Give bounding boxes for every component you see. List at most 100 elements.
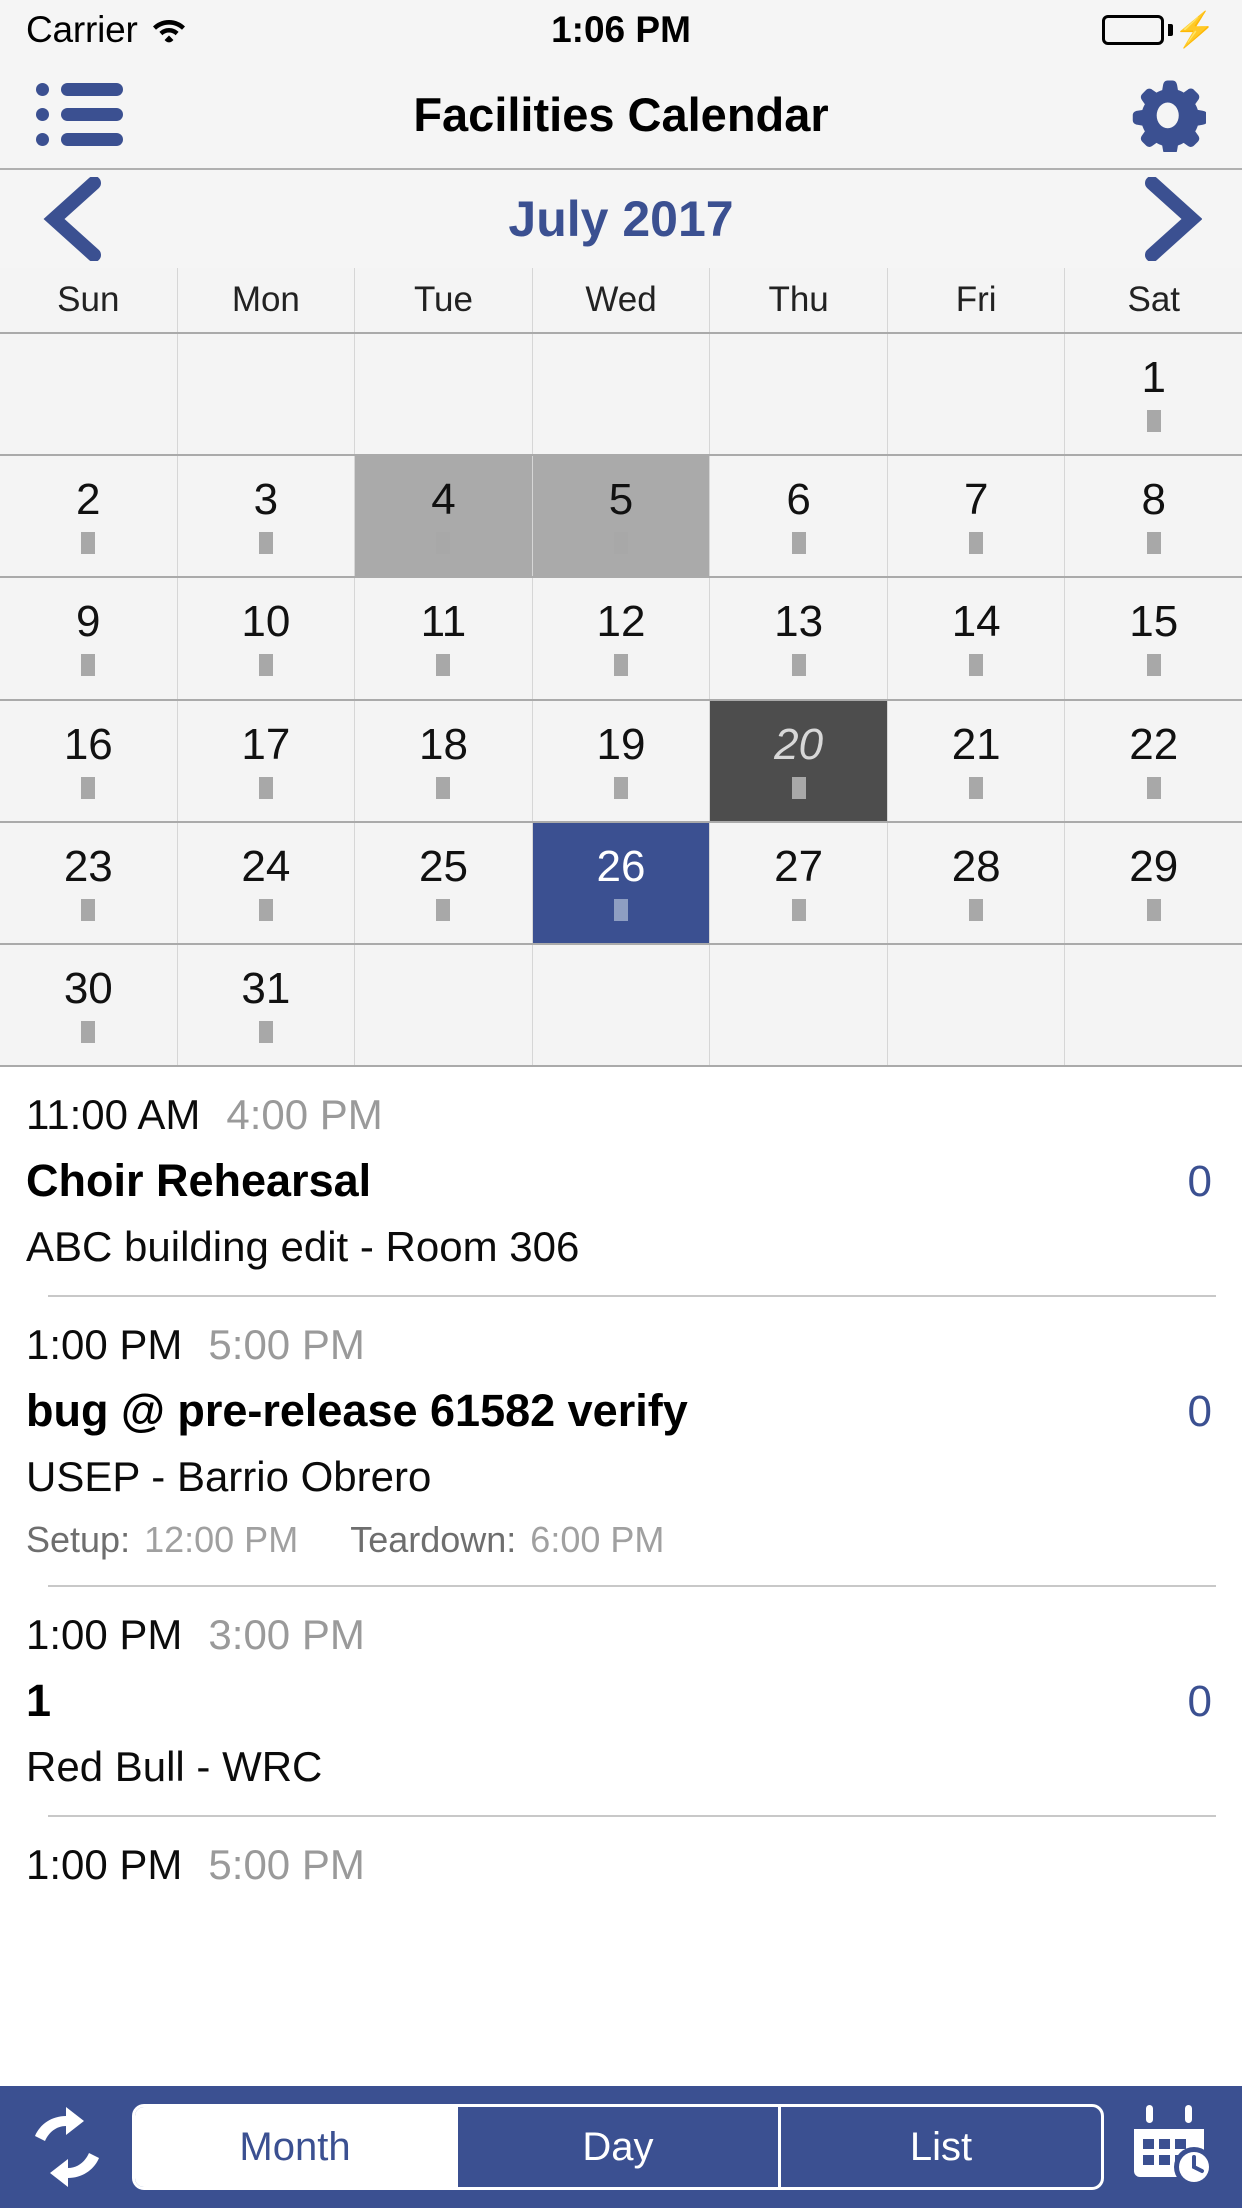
calendar-day-cell[interactable]: 26 <box>531 822 710 943</box>
event-indicator-dot <box>1146 410 1161 433</box>
calendar-week-row: 9 10 11 12 13 14 15 <box>0 578 1242 701</box>
event-indicator-dot <box>791 654 806 677</box>
calendar-day-cell[interactable]: 14 <box>886 578 1065 699</box>
event-indicator-dot <box>258 776 273 799</box>
calendar-day-number: 16 <box>63 719 113 769</box>
navigation-bar: Facilities Calendar <box>0 60 1242 170</box>
calendar-day-cell[interactable]: 2 <box>0 456 177 576</box>
calendar-day-cell[interactable]: 17 <box>176 700 355 821</box>
calendar-day-cell[interactable]: 30 <box>0 945 177 1065</box>
calendar-day-cell[interactable]: 11 <box>354 578 532 699</box>
calendar-day-cell[interactable]: 4 <box>354 456 532 577</box>
calendar-day-number: 3 <box>253 475 279 525</box>
app-screen: Carrier 1:06 PM ⚡ Facilities Calendar Ju… <box>0 0 1242 2208</box>
weekday-label-mon: Mon <box>176 268 355 332</box>
event-attendee-count: 0 <box>1187 1387 1212 1436</box>
calendar-day-cell[interactable]: 24 <box>176 822 355 943</box>
calendar-day-empty <box>354 334 532 455</box>
event-location: USEP - Barrio Obrero <box>26 1453 432 1500</box>
calendar-day-cell[interactable]: 22 <box>1064 700 1242 821</box>
calendar-day-number: 5 <box>608 475 634 525</box>
calendar-day-cell[interactable]: 28 <box>886 822 1065 943</box>
calendar-day-number: 17 <box>241 719 291 769</box>
calendar-day-number: 10 <box>241 597 291 647</box>
event-indicator-dot <box>258 654 273 677</box>
calendar-week-row: 2 3 4 5 6 7 8 <box>0 456 1242 579</box>
event-list[interactable]: 11:00 AM 4:00 PM Choir Rehearsal 0 ABC build… <box>0 1067 1242 2086</box>
month-header: July 2017 <box>0 170 1242 268</box>
event-indicator-dot <box>258 532 273 555</box>
event-indicator-dot <box>1146 776 1161 799</box>
list-menu-icon[interactable] <box>36 82 128 146</box>
calendar-day-cell[interactable]: 5 <box>531 456 710 577</box>
view-segment-list[interactable]: List <box>778 2107 1101 2187</box>
calendar-day-cell[interactable]: 3 <box>176 456 355 577</box>
status-bar-time: 1:06 PM <box>551 9 691 50</box>
status-bar-right: ⚡ <box>1101 13 1216 47</box>
calendar-clock-icon[interactable] <box>1126 2101 1218 2193</box>
calendar-day-cell[interactable]: 23 <box>0 823 177 943</box>
calendar-day-empty <box>531 944 710 1066</box>
event-end-time: 5:00 PM <box>208 1841 365 1888</box>
calendar-day-cell[interactable]: 27 <box>709 822 887 943</box>
event-start-time: 1:00 PM <box>26 1321 183 1368</box>
wifi-icon <box>152 17 186 43</box>
calendar-day-cell[interactable]: 1 <box>1064 334 1242 455</box>
view-mode-segmented-control[interactable]: Month Day List <box>132 2104 1104 2190</box>
calendar-day-cell[interactable]: 18 <box>354 700 532 821</box>
weekday-label-tue: Tue <box>354 268 532 332</box>
view-segment-month[interactable]: Month <box>135 2107 455 2187</box>
event-indicator-dot <box>81 654 96 677</box>
event-indicator-dot <box>969 776 984 799</box>
calendar-day-cell[interactable]: 10 <box>176 578 355 699</box>
refresh-sync-icon[interactable] <box>24 2104 110 2190</box>
calendar-day-cell[interactable]: 6 <box>709 456 887 577</box>
event-indicator-dot <box>436 532 451 555</box>
calendar-day-cell[interactable]: 29 <box>1064 822 1242 943</box>
calendar-day-number: 20 <box>774 719 824 769</box>
event-indicator-dot <box>969 654 984 677</box>
calendar-day-cell[interactable]: 16 <box>0 701 177 821</box>
event-list-item[interactable]: 1:00 PM 5:00 PM bug @ pre-release 61582 ve… <box>0 1297 1242 1587</box>
calendar-day-empty <box>886 334 1065 455</box>
event-indicator-dot <box>791 776 806 799</box>
event-location: Red Bull - WRC <box>26 1743 323 1790</box>
chevron-left-icon[interactable] <box>40 177 102 261</box>
event-end-time: 5:00 PM <box>208 1321 365 1368</box>
event-start-time: 1:00 PM <box>26 1841 183 1888</box>
event-title-row: Choir Rehearsal 0 <box>26 1155 1216 1207</box>
calendar-week-row: 1 <box>0 334 1242 457</box>
calendar-day-cell[interactable]: 12 <box>531 578 710 699</box>
calendar-day-empty <box>176 334 355 455</box>
event-list-item[interactable]: 1:00 PM 3:00 PM 1 0 Red Bull - WRC <box>0 1587 1242 1817</box>
calendar-day-empty <box>709 334 887 455</box>
event-indicator-dot <box>1146 654 1161 677</box>
calendar-day-cell[interactable]: 31 <box>176 944 355 1066</box>
calendar-day-number: 19 <box>596 719 646 769</box>
calendar-day-cell[interactable]: 13 <box>709 578 887 699</box>
calendar-day-cell[interactable]: 8 <box>1064 456 1242 577</box>
calendar-day-cell[interactable]: 15 <box>1064 578 1242 699</box>
calendar-day-number: 24 <box>241 841 291 891</box>
event-indicator-dot <box>436 654 451 677</box>
event-setup-label: Setup: <box>26 1519 131 1560</box>
event-list-item[interactable]: 1:00 PM 5:00 PM <box>0 1817 1242 1889</box>
calendar-day-empty <box>531 334 710 455</box>
calendar-day-number: 8 <box>1141 475 1166 525</box>
gear-icon[interactable] <box>1130 76 1208 156</box>
event-indicator-dot <box>1146 532 1161 555</box>
view-segment-day[interactable]: Day <box>455 2107 778 2187</box>
event-list-item[interactable]: 11:00 AM 4:00 PM Choir Rehearsal 0 ABC build… <box>0 1067 1242 1297</box>
event-indicator-dot <box>258 1020 273 1043</box>
calendar-day-cell[interactable]: 19 <box>531 700 710 821</box>
chevron-right-icon[interactable] <box>1140 177 1202 261</box>
calendar-day-number: 21 <box>951 719 1001 769</box>
calendar-day-cell[interactable]: 20 <box>709 700 887 821</box>
calendar-week-row: 23 24 25 26 27 28 29 <box>0 822 1242 945</box>
event-indicator-dot <box>969 898 984 921</box>
calendar-day-cell[interactable]: 7 <box>886 456 1065 577</box>
calendar-day-cell[interactable]: 21 <box>886 700 1065 821</box>
calendar-day-cell[interactable]: 25 <box>354 822 532 943</box>
calendar-day-cell[interactable]: 9 <box>0 578 177 698</box>
event-indicator-dot <box>791 898 806 921</box>
